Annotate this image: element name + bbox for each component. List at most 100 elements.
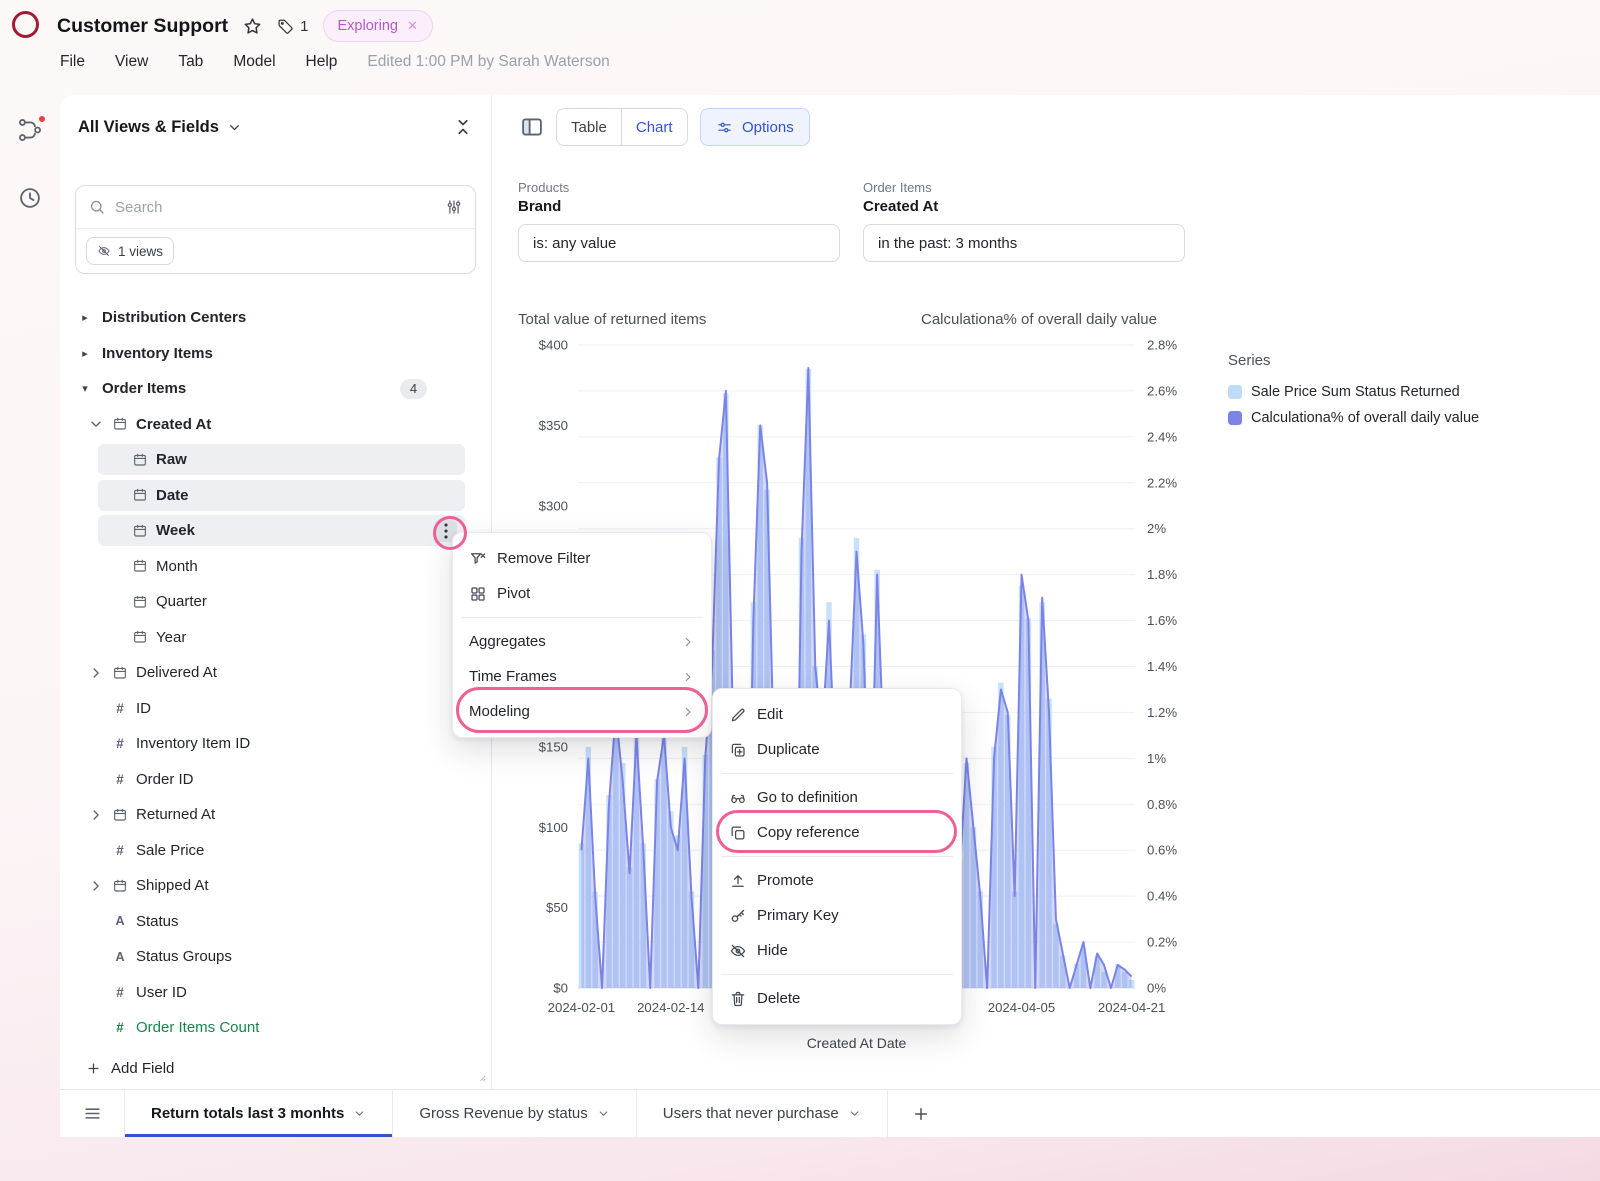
field-count-badge: 4 [400,379,427,399]
exploring-badge[interactable]: Exploring ✕ [323,10,433,42]
filter-created-at-value[interactable]: in the past: 3 months [863,224,1185,262]
chevron-down-icon[interactable] [353,1107,366,1120]
hidden-views-chip[interactable]: 1 views [86,237,174,265]
triangle-down-icon[interactable]: ▾ [78,382,92,395]
collapse-panel-button[interactable] [453,117,473,137]
submenu-item-go-to-definition[interactable]: Go to definition [719,780,955,815]
model-view-button[interactable] [17,117,43,143]
tree-item-status[interactable]: AStatus [74,904,477,940]
add-tab-button[interactable] [904,1097,938,1131]
tab-list-button[interactable] [60,1090,125,1137]
tree-item-status-groups[interactable]: AStatus Groups [74,939,477,975]
tags-button[interactable]: 1 [277,18,308,35]
menu-item-remove-filter[interactable]: Remove Filter [459,541,705,576]
chevron-spacer [88,1020,104,1036]
chevron-down-icon[interactable] [597,1107,610,1120]
chevron-down-icon[interactable] [227,120,242,135]
submenu-item-edit[interactable]: Edit [719,697,955,732]
promote-icon [729,872,747,890]
submenu-item-delete[interactable]: Delete [719,981,955,1016]
search-input[interactable] [115,199,436,216]
menu-item-label: Promote [757,872,814,889]
legend-item: Sale Price Sum Status Returned [1228,384,1479,400]
left-icon-rail [0,95,60,1181]
legend-title: Series [1228,352,1479,369]
submenu-item-hide[interactable]: Hide [719,933,955,968]
close-icon[interactable]: ✕ [407,18,418,34]
tree-item-label: Order Items Count [136,1019,259,1036]
menu-item-help[interactable]: Help [306,53,338,71]
workbook-tab-return-totals-last-3-monhts[interactable]: Return totals last 3 monhts [125,1090,393,1137]
history-button[interactable] [17,185,43,211]
tree-item-label: Sale Price [136,842,204,859]
tree-item-order-items-count[interactable]: #Order Items Count [74,1010,477,1046]
submenu-item-primary-key[interactable]: Primary Key [719,898,955,933]
tree-item-raw[interactable]: Raw [74,442,477,478]
add-field-label: Add Field [111,1060,174,1077]
filter-brand-value[interactable]: is: any value [518,224,840,262]
options-button[interactable]: Options [700,108,810,146]
tree-item-quarter[interactable]: Quarter [74,584,477,620]
add-field-button[interactable]: Add Field [60,1052,491,1086]
chevron-right-icon[interactable] [88,807,104,823]
eye-off-icon [97,244,111,258]
options-button-label: Options [742,119,794,136]
tree-item-returned-at[interactable]: Returned At [74,797,477,833]
chevron-down-icon[interactable] [848,1107,861,1120]
toggle-sidebar-button[interactable] [519,114,545,140]
table-tab[interactable]: Table [557,109,621,145]
tree-item-id[interactable]: #ID [74,691,477,727]
triangle-right-icon[interactable]: ▸ [78,347,92,360]
workbook-tab-gross-revenue-by-status[interactable]: Gross Revenue by status [393,1090,636,1137]
tree-item-inventory-items[interactable]: ▸Inventory Items [74,336,477,372]
panel-resize-handle[interactable] [473,1069,487,1083]
chevron-right-icon[interactable] [88,665,104,681]
plus-icon [912,1105,930,1123]
triangle-right-icon[interactable]: ▸ [78,311,92,324]
menu-item-view[interactable]: View [115,53,148,71]
svg-text:$50: $50 [546,900,568,915]
svg-text:1.6%: 1.6% [1147,613,1177,628]
submenu-item-promote[interactable]: Promote [719,863,955,898]
menu-item-label: Time Frames [469,668,557,685]
favorite-star-icon[interactable] [242,16,263,37]
menu-item-pivot[interactable]: Pivot [459,576,705,611]
letter-icon: A [112,913,128,929]
menu-item-tab[interactable]: Tab [178,53,203,71]
tree-item-shipped-at[interactable]: Shipped At [74,868,477,904]
workbook-tab-users-that-never-purchase[interactable]: Users that never purchase [637,1090,888,1137]
tree-item-label: Returned At [136,806,215,823]
chevron-right-icon[interactable] [88,878,104,894]
tree-item-week[interactable]: Week [74,513,477,549]
tree-item-order-id[interactable]: #Order ID [74,762,477,798]
chart-tab[interactable]: Chart [621,109,687,145]
menu-item-time-frames[interactable]: Time Frames [459,659,705,694]
page-title: Customer Support [57,15,228,38]
tree-item-user-id[interactable]: #User ID [74,975,477,1011]
svg-text:2.4%: 2.4% [1147,429,1177,444]
submenu-item-copy-reference[interactable]: Copy reference [719,815,955,850]
menu-item-label: Copy reference [757,824,860,841]
app-logo[interactable] [12,11,39,38]
menu-item-model[interactable]: Model [233,53,275,71]
menu-item-aggregates[interactable]: Aggregates [459,624,705,659]
tree-item-date[interactable]: Date [74,478,477,514]
hash-icon: # [112,771,128,787]
tree-item-year[interactable]: Year [74,620,477,656]
svg-text:1.2%: 1.2% [1147,705,1177,720]
menu-item-file[interactable]: File [60,53,85,71]
tree-item-distribution-centers[interactable]: ▸Distribution Centers [74,300,477,336]
submenu-item-duplicate[interactable]: Duplicate [719,732,955,767]
tree-item-created-at[interactable]: Created At [74,407,477,443]
tree-item-sale-price[interactable]: #Sale Price [74,833,477,869]
tree-item-delivered-at[interactable]: Delivered At [74,655,477,691]
search-filter-settings-icon[interactable] [445,198,463,216]
tree-item-month[interactable]: Month [74,549,477,585]
tree-item-inventory-item-id[interactable]: #Inventory Item ID [74,726,477,762]
svg-text:0%: 0% [1147,981,1166,996]
tree-item-order-items[interactable]: ▾Order Items4 [74,371,477,407]
chevron-down-icon[interactable] [88,416,104,432]
svg-text:Created At Date: Created At Date [807,1035,907,1051]
menu-item-modeling[interactable]: Modeling [459,694,705,729]
legend-swatch [1228,385,1242,399]
